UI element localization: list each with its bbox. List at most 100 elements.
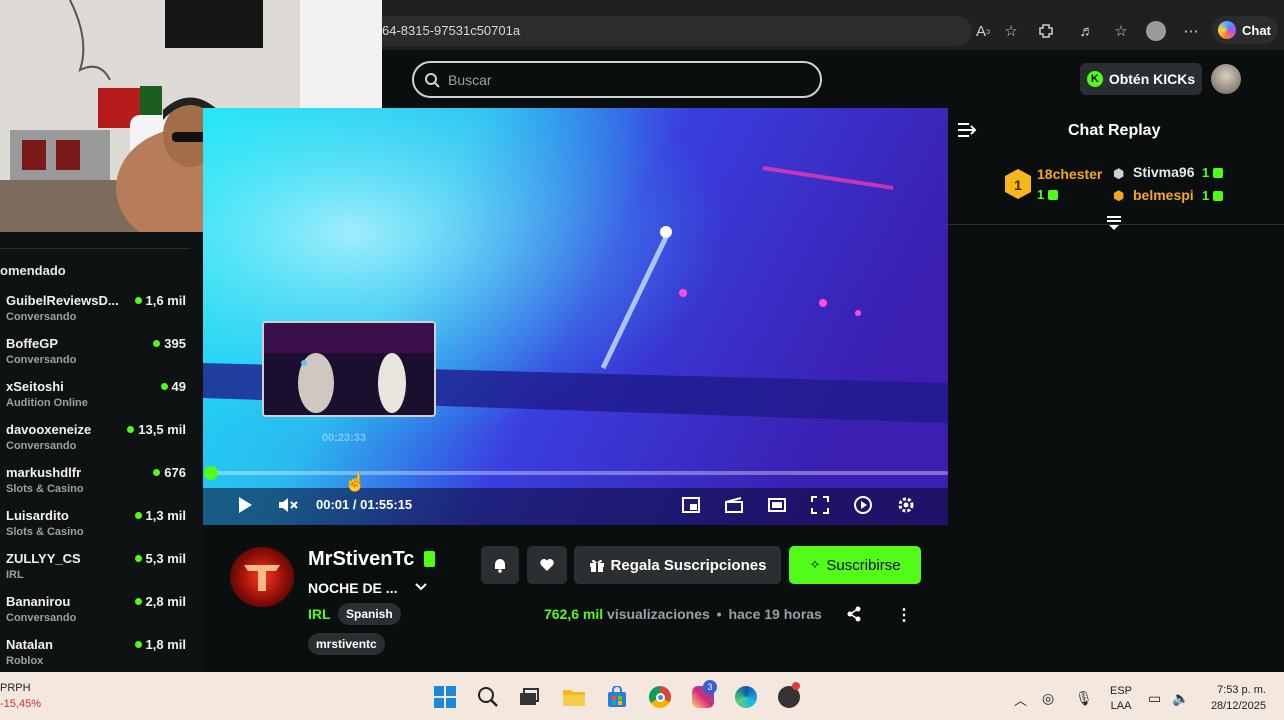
- favorite-star-icon[interactable]: ☆: [1000, 20, 1022, 42]
- verified-badge-icon: [424, 551, 435, 567]
- category-link[interactable]: IRL: [308, 606, 331, 622]
- sidebar-section-title: omendado: [0, 263, 66, 278]
- clapper-icon: [725, 497, 743, 513]
- live-dot-icon: [127, 426, 135, 433]
- language-tag[interactable]: Spanish: [338, 603, 401, 625]
- user-avatar[interactable]: [1211, 64, 1241, 94]
- display-icon[interactable]: ▭: [1148, 690, 1161, 707]
- instagram-icon[interactable]: 3: [690, 680, 717, 710]
- chat-title: Chat Replay: [1068, 122, 1161, 139]
- tray-overflow-icon[interactable]: ︿: [1014, 690, 1027, 709]
- play-icon: [239, 497, 252, 513]
- sidebar-channel[interactable]: markushdlfr Slots & Casino 676: [6, 465, 188, 501]
- streamer-name[interactable]: MrStivenTc: [308, 548, 414, 571]
- sidebar-channel[interactable]: Natalan Roblox 1,8 mil: [6, 637, 188, 673]
- subscribe-button[interactable]: ✧ Suscribirse: [789, 546, 921, 584]
- microphone-icon[interactable]: 🎙: [1075, 690, 1093, 707]
- expand-title-button[interactable]: [414, 580, 428, 599]
- stream-title: NOCHE DE ...: [308, 580, 398, 596]
- expand-leaderboard-button[interactable]: [1106, 215, 1122, 236]
- gift-subscriptions-button[interactable]: Regala Suscripciones: [574, 546, 781, 584]
- gifter-name[interactable]: 18chester: [1037, 166, 1102, 182]
- gifter-name[interactable]: Stivma96: [1133, 164, 1194, 180]
- playback-speed-button[interactable]: [852, 494, 874, 516]
- copilot-icon: [1218, 21, 1236, 39]
- stock-ticker-name[interactable]: PRPH: [0, 682, 31, 694]
- live-dot-icon: [134, 512, 142, 519]
- get-kicks-button[interactable]: K Obtén KICKs: [1080, 63, 1202, 95]
- clock[interactable]: 7:53 p. m. 28/12/2025: [1204, 682, 1266, 714]
- profile-avatar-icon[interactable]: [1145, 20, 1167, 42]
- live-dot-icon: [134, 641, 142, 648]
- chat-divider: [948, 224, 1284, 225]
- viewer-count: 676: [153, 465, 186, 480]
- viewer-count: 1,6 mil: [134, 293, 186, 308]
- seek-bar[interactable]: [211, 471, 948, 475]
- sidebar-channel[interactable]: davooxeneize Conversando 13,5 mil: [6, 422, 188, 458]
- address-bar-url[interactable]: 64-8315-97531c50701a: [382, 23, 520, 38]
- live-dot-icon: [134, 297, 142, 304]
- viewer-count: 13,5 mil: [127, 422, 186, 437]
- pip-button[interactable]: [680, 494, 702, 516]
- task-view-icon[interactable]: [516, 684, 542, 710]
- notifications-button[interactable]: [481, 546, 519, 584]
- chrome-icon[interactable]: [647, 684, 673, 710]
- hex-badge-icon: ⬢: [1113, 188, 1125, 203]
- search-icon[interactable]: [475, 684, 501, 710]
- follow-button[interactable]: [527, 546, 567, 584]
- play-button[interactable]: [234, 494, 256, 516]
- favorites-icon[interactable]: ☆: [1110, 20, 1132, 42]
- more-menu-icon[interactable]: ⋯: [1180, 20, 1202, 42]
- live-dot-icon: [153, 340, 161, 347]
- theater-mode-button[interactable]: [766, 494, 788, 516]
- playback-time: 00:01 / 01:55:15: [316, 497, 413, 512]
- seek-handle[interactable]: [204, 466, 218, 480]
- windows-start-icon[interactable]: [432, 684, 458, 710]
- theater-icon: [768, 498, 786, 512]
- search-placeholder: Buscar: [448, 71, 492, 88]
- speed-icon: [854, 496, 872, 514]
- streamer-avatar[interactable]: [230, 547, 294, 607]
- clip-button[interactable]: [723, 494, 745, 516]
- gifter-name[interactable]: belmespi: [1133, 187, 1194, 203]
- stock-ticker-change: -15,45%: [0, 698, 41, 710]
- live-dot-icon: [134, 598, 142, 605]
- read-aloud-icon[interactable]: Aↄ: [972, 20, 994, 42]
- app-icon[interactable]: [776, 682, 802, 710]
- collapse-chat-button[interactable]: [957, 122, 977, 143]
- store-icon[interactable]: [604, 684, 630, 710]
- network-icon[interactable]: ◎: [1042, 690, 1054, 707]
- gift-count: 1: [1037, 187, 1059, 202]
- settings-button[interactable]: [895, 494, 917, 516]
- media-icon[interactable]: ♬: [1076, 20, 1098, 42]
- sidebar-channel[interactable]: Luisardito Slots & Casino 1,3 mil: [6, 508, 188, 544]
- share-button[interactable]: [846, 606, 862, 627]
- live-dot-icon: [153, 469, 161, 476]
- copilot-chat-button[interactable]: Chat: [1212, 16, 1278, 44]
- kick-coin-icon: K: [1086, 71, 1103, 87]
- file-explorer-icon[interactable]: [561, 684, 587, 710]
- picture-in-picture-icon: [682, 497, 700, 513]
- seek-preview-time: 00:23:33: [322, 432, 367, 444]
- extensions-icon[interactable]: [1035, 20, 1057, 42]
- sidebar-channel[interactable]: ZULLYY_CS IRL 5,3 mil: [6, 551, 188, 587]
- fullscreen-button[interactable]: [809, 494, 831, 516]
- sidebar-channel[interactable]: BoffeGP Conversando 395: [6, 336, 188, 372]
- search-input[interactable]: Buscar: [412, 61, 822, 98]
- stream-tag[interactable]: mrstiventc: [308, 633, 385, 655]
- edge-icon[interactable]: [733, 684, 759, 710]
- sidebar-channel[interactable]: GuibelReviewsD... Conversando 1,6 mil: [6, 293, 188, 329]
- gift-icon: [1048, 189, 1059, 200]
- sidebar-channel[interactable]: Bananirou Conversando 2,8 mil: [6, 594, 188, 630]
- chevron-down-icon: [415, 583, 427, 591]
- language-indicator[interactable]: ESP LAA: [1110, 684, 1132, 714]
- sidebar-channel[interactable]: xSeitoshi Audition Online 49: [6, 379, 188, 415]
- gift-icon: [589, 559, 604, 572]
- volume-icon[interactable]: 🔈: [1172, 690, 1189, 707]
- gift-count: 1: [1202, 188, 1224, 203]
- more-options-icon[interactable]: ⋮: [896, 605, 912, 625]
- hex-badge-icon: ⬢: [1113, 166, 1125, 181]
- mute-button[interactable]: [277, 494, 299, 516]
- viewer-count: 49: [160, 379, 186, 394]
- video-player[interactable]: [203, 108, 948, 525]
